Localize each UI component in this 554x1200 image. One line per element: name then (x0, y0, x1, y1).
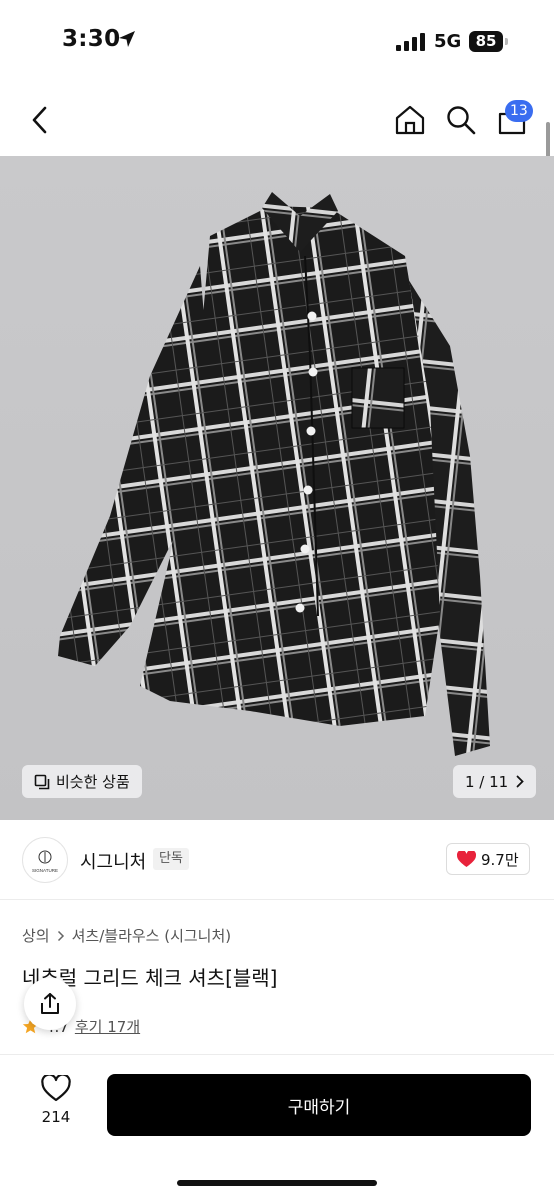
buy-button[interactable]: 구매하기 (107, 1074, 531, 1136)
breadcrumb-category[interactable]: 상의 (22, 925, 50, 946)
search-button[interactable] (441, 100, 481, 140)
brand-row: SIGNATURE 시그니처 단독 9.7만 (0, 820, 554, 900)
status-bar: 3:30 5G 85 (0, 0, 554, 84)
cart-count-badge: 13 (505, 100, 533, 122)
home-button[interactable] (390, 100, 430, 140)
chevron-right-icon (516, 775, 525, 788)
heart-filled-icon (457, 850, 476, 867)
location-arrow-icon (118, 30, 136, 52)
review-count-link[interactable]: 후기 17개 (75, 1016, 140, 1037)
wishlist-count: 214 (41, 1108, 71, 1126)
battery-icon: 85 (469, 31, 503, 52)
wishlist-button[interactable]: 214 (30, 1075, 82, 1135)
brand-like-button[interactable]: 9.7만 (446, 843, 530, 875)
home-icon (395, 105, 425, 135)
status-time: 3:30 (62, 26, 121, 52)
breadcrumb-subcategory[interactable]: 셔츠/블라우스 (시그니처) (72, 925, 232, 946)
breadcrumb-chevron-icon (57, 930, 64, 941)
brand-like-count: 9.7만 (481, 850, 519, 869)
share-button[interactable] (24, 978, 76, 1030)
exclusive-badge: 단독 (153, 848, 189, 870)
brand-name[interactable]: 시그니처 (80, 848, 146, 874)
similar-products-label: 비슷한 상품 (56, 773, 130, 791)
brand-logo[interactable]: SIGNATURE (22, 837, 68, 883)
image-counter: 1 / 11 (465, 772, 509, 791)
product-image[interactable] (0, 156, 554, 820)
heart-outline-icon (41, 1075, 71, 1102)
similar-products-button[interactable]: 비슷한 상품 (22, 765, 142, 798)
brand-logo-text: SIGNATURE (32, 868, 58, 873)
breadcrumb: 상의 셔츠/블라우스 (시그니처) (22, 925, 231, 946)
signal-icon (396, 33, 428, 55)
copy-icon (34, 774, 50, 789)
chevron-left-icon (32, 106, 47, 134)
back-button[interactable] (22, 100, 58, 140)
search-icon (447, 106, 476, 135)
home-indicator[interactable] (177, 1180, 377, 1186)
share-icon (41, 993, 59, 1014)
product-detail-page: 3:30 5G 85 13 비슷한 상품 1 / 11 SIGNATURE 시그… (0, 0, 554, 1200)
network-type: 5G (434, 31, 462, 52)
battery-tip (505, 38, 508, 45)
top-nav (0, 84, 554, 156)
checked-shirt-illustration (58, 192, 490, 756)
image-counter-button[interactable]: 1 / 11 (453, 765, 537, 798)
bottom-action-bar: 214 구매하기 (0, 1054, 554, 1200)
